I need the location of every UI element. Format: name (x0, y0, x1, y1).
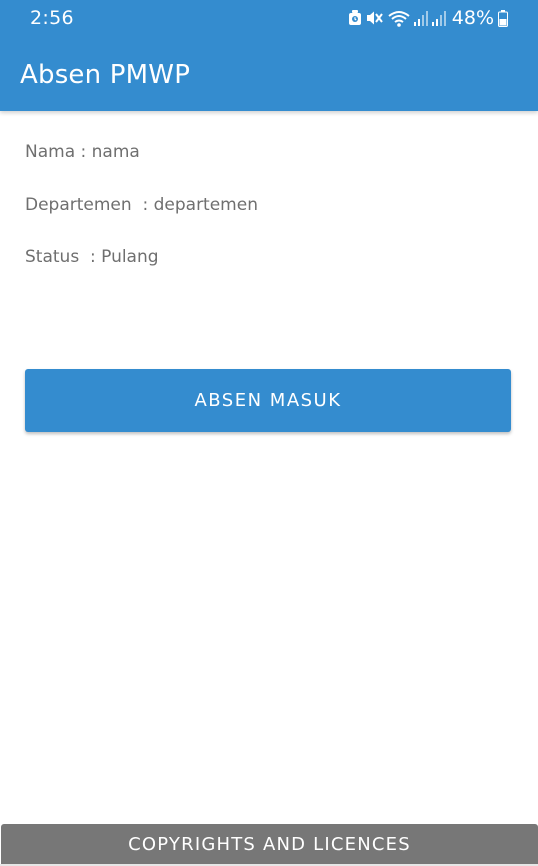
copyrights-button[interactable]: COPYRIGHTS AND LICENCES (1, 824, 538, 864)
status-bar: 2:56 48% (0, 0, 538, 36)
app-title: Absen PMWP (20, 60, 191, 90)
battery-percent: 48% (451, 7, 494, 29)
status-text: Status : Pulang (25, 247, 159, 267)
alarm-icon (348, 10, 361, 25)
absen-masuk-button[interactable]: ABSEN MASUK (25, 369, 511, 432)
nama-text: Nama : nama (25, 142, 140, 162)
battery-icon (498, 9, 508, 27)
status-icons: 48% (348, 7, 508, 29)
wifi-icon (388, 10, 410, 27)
signal-icon (431, 11, 446, 26)
app-bar: 2:56 48% Absen PMWP (0, 0, 538, 111)
mute-icon (366, 11, 383, 25)
status-time: 2:56 (30, 7, 74, 29)
signal-icon (413, 11, 428, 26)
departemen-text: Departemen : departemen (25, 195, 258, 215)
